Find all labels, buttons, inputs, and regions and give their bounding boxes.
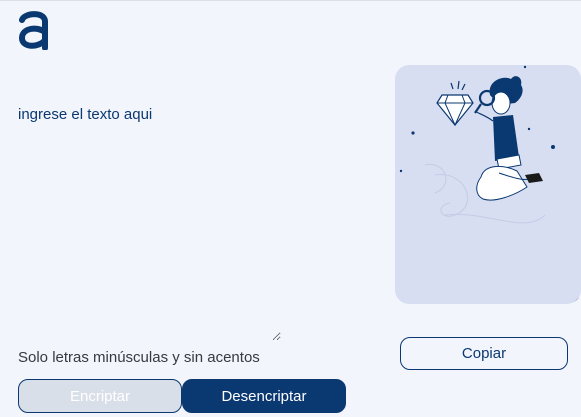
input-text-area[interactable] [6,95,281,341]
decrypt-button[interactable]: Desencriptar [182,379,346,413]
copy-label: Copiar [461,345,507,362]
hint-text: Solo letras minúsculas y sin acentos [18,349,260,366]
encrypt-button[interactable]: Encriptar [18,379,182,413]
output-panel [395,65,581,304]
encrypter-page: Solo letras minúsculas y sin acentos Enc… [0,0,581,417]
encrypt-label: Encriptar [69,387,131,405]
decrypt-label: Desencriptar [221,387,307,405]
empty-state-illustration-icon [399,65,555,224]
resize-grip-icon[interactable] [572,295,580,303]
alura-logo-icon [18,11,48,50]
copy-button[interactable]: Copiar [400,337,568,370]
info-hint: Solo letras minúsculas y sin acentos [18,349,260,366]
